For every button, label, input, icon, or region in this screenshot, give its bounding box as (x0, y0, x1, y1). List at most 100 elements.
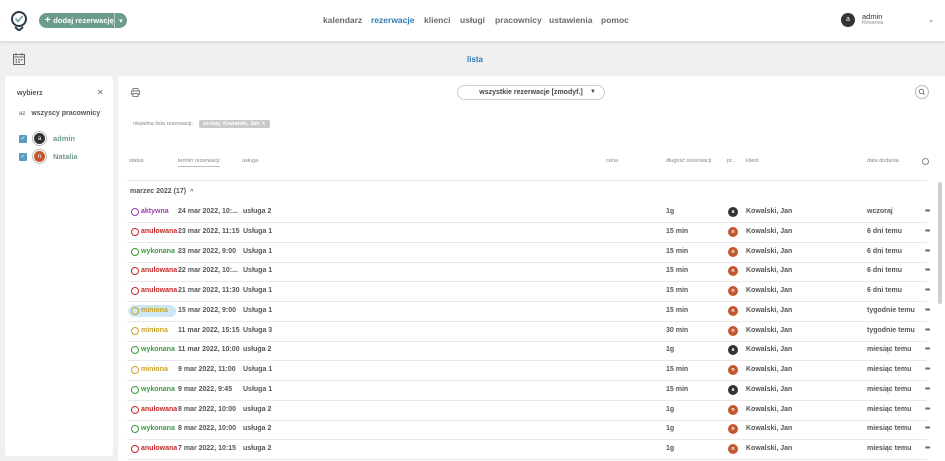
more-options-icon[interactable]: ••• (925, 366, 930, 373)
client-name[interactable]: Kowalski, Jan (746, 267, 792, 274)
reservation-date: 23 mar 2022, 11:15 (178, 228, 240, 235)
status-badge: miniona (141, 327, 168, 334)
date-added: 6 dni temu (867, 287, 903, 294)
status-badge: wykonana (141, 248, 175, 255)
nav-item-pracownicy[interactable]: pracownicy (495, 15, 542, 25)
more-options-icon[interactable]: ••• (925, 307, 930, 314)
column-status[interactable]: status (129, 158, 144, 164)
table-row[interactable]: miniona 9 mar 2022, 11:00 Usługa 1 15 min n K… (118, 361, 945, 380)
table-row[interactable]: anulowana 22 mar 2022, 10:... Usługa 1 15 m… (118, 262, 945, 281)
table-row[interactable]: miniona 11 mar 2022, 15:15 Usługa 3 30 min n… (118, 322, 945, 341)
avatar: n (728, 326, 738, 336)
reservation-date: 9 mar 2022, 9:45 (178, 386, 233, 393)
group-header[interactable]: marzec 2022 (17) ^ (130, 188, 194, 195)
more-options-icon[interactable]: ••• (925, 346, 930, 353)
collapse-icon[interactable]: ✕ (97, 88, 104, 97)
active-filters: niepełna lista rezerwacji: szukaj: Kowal… (133, 120, 270, 128)
checkbox[interactable]: ✓ (19, 152, 27, 161)
more-options-icon[interactable]: ••• (925, 445, 930, 452)
table-row[interactable]: miniona 15 mar 2022, 9:00 Usługa 1 15 min n K… (118, 302, 945, 321)
more-options-icon[interactable]: ••• (925, 267, 930, 274)
nav-item-rezerwacje[interactable]: rezerwacje (371, 15, 414, 25)
nav-item-pomoc[interactable]: pomoc (601, 15, 629, 25)
table-row[interactable]: aktywna 24 mar 2022, 10:... usługa 2 1g a Kow… (118, 203, 945, 222)
client-name[interactable]: Kowalski, Jan (746, 366, 792, 373)
date-added: miesiąc temu (867, 386, 912, 393)
add-reservation-button[interactable]: + dodaj rezerwację ▾ (39, 13, 127, 28)
service-name: Usługa 1 (243, 287, 273, 294)
filter-chip-label: szukaj: Kowalski, Jan (202, 121, 260, 127)
status-cancelled-icon (131, 445, 139, 453)
more-options-icon[interactable]: ••• (925, 327, 930, 334)
client-name[interactable]: Kowalski, Jan (746, 307, 792, 314)
status-cancelled-icon (131, 287, 139, 295)
more-options-icon[interactable]: ••• (925, 386, 930, 393)
duration: 15 min (666, 267, 689, 274)
duration: 15 min (666, 307, 689, 314)
filter-chip[interactable]: szukaj: Kowalski, Jan ✕ (198, 120, 270, 128)
reservation-filter-select[interactable]: wszystkie rezerwacje [zmodyf.] ▼ (457, 85, 605, 100)
column-termin[interactable]: termin rezerwacji (178, 158, 220, 167)
client-name[interactable]: Kowalski, Jan (746, 248, 792, 255)
more-options-icon[interactable]: ••• (925, 425, 930, 432)
column-dlugosc[interactable]: długość rezerwacji (666, 158, 711, 164)
more-options-icon[interactable]: ••• (925, 248, 930, 255)
calendar-icon[interactable] (13, 53, 25, 65)
more-options-icon[interactable]: ••• (925, 287, 930, 294)
table-row[interactable]: anulowana 23 mar 2022, 11:15 Usługa 1 15 mi… (118, 223, 945, 242)
chevron-down-icon[interactable]: ⌄ (928, 16, 934, 24)
more-options-icon[interactable]: ••• (925, 208, 930, 215)
sidebar-item-admin[interactable]: ✓ a admin (19, 132, 75, 145)
nav-item-uslugi[interactable]: usługi (460, 15, 485, 25)
client-name[interactable]: Kowalski, Jan (746, 425, 792, 432)
column-usluga[interactable]: usługa (242, 158, 258, 164)
print-icon[interactable] (131, 88, 140, 97)
nav-item-ustawienia[interactable]: ustawienia (549, 15, 592, 25)
more-options-icon[interactable]: ••• (925, 406, 930, 413)
client-name[interactable]: Kowalski, Jan (746, 327, 792, 334)
column-klient[interactable]: klient (746, 158, 759, 164)
all-employees-label: wszyscy pracownicy (31, 110, 101, 117)
user-menu[interactable]: a admin Reservis (841, 13, 883, 27)
column-data-dodania[interactable]: data dodania (867, 158, 899, 164)
client-name[interactable]: Kowalski, Jan (746, 346, 792, 353)
search-icon[interactable] (915, 85, 929, 99)
close-icon[interactable]: ✕ (261, 121, 266, 127)
client-name[interactable]: Kowalski, Jan (746, 208, 792, 215)
all-employees-option[interactable]: az wszyscy pracownicy (19, 110, 100, 117)
column-pracownik[interactable]: pr... (727, 158, 736, 164)
table-row[interactable]: anulowana 8 mar 2022, 10:00 usługa 2 1g n Kow… (118, 401, 945, 420)
chevron-down-icon[interactable]: ▾ (113, 13, 127, 28)
status-badge: wykonana (141, 386, 175, 393)
client-name[interactable]: Kowalski, Jan (746, 228, 792, 235)
table-row[interactable]: wykonana 9 mar 2022, 9:45 Usługa 1 15 min a K… (118, 381, 945, 400)
user-company: Reservis (862, 20, 884, 26)
view-title[interactable]: lista (467, 55, 483, 64)
client-name[interactable]: Kowalski, Jan (746, 406, 792, 413)
table-row[interactable]: anulowana 7 mar 2022, 10:15 usługa 2 1g n Kow… (118, 440, 945, 459)
date-added: miesiąc temu (867, 425, 912, 432)
sidebar-item-natalia[interactable]: ✓ n Natalia (19, 150, 78, 163)
incomplete-list-label: niepełna lista rezerwacji: (133, 121, 193, 127)
nav-item-kalendarz[interactable]: kalendarz (323, 15, 362, 25)
client-name[interactable]: Kowalski, Jan (746, 386, 792, 393)
nav-item-klienci[interactable]: klienci (424, 15, 450, 25)
app-logo-icon[interactable] (10, 11, 28, 31)
table-row[interactable]: anulowana 21 mar 2022, 11:30 Usługa 1 15 mi… (118, 282, 945, 301)
plus-icon: + (44, 15, 51, 26)
avatar: a (728, 385, 738, 395)
table-row[interactable]: wykonana 8 mar 2022, 10:00 usługa 2 1g n Kowa… (118, 420, 945, 439)
more-options-icon[interactable]: ••• (925, 228, 930, 235)
duration: 15 min (666, 386, 689, 393)
checkbox[interactable]: ✓ (19, 134, 27, 143)
column-cena[interactable]: cena (606, 158, 618, 164)
table-row[interactable]: wykonana 11 mar 2022, 10:00 usługa 2 1g a Kow… (118, 341, 945, 360)
gear-icon[interactable] (922, 158, 929, 165)
scrollbar[interactable] (938, 182, 942, 304)
client-name[interactable]: Kowalski, Jan (746, 445, 792, 452)
avatar: n (33, 150, 46, 163)
table-row[interactable]: wykonana 23 mar 2022, 9:00 Usługa 1 15 min n… (118, 243, 945, 262)
status-done-icon (131, 248, 139, 256)
date-added: miesiąc temu (867, 346, 912, 353)
client-name[interactable]: Kowalski, Jan (746, 287, 792, 294)
